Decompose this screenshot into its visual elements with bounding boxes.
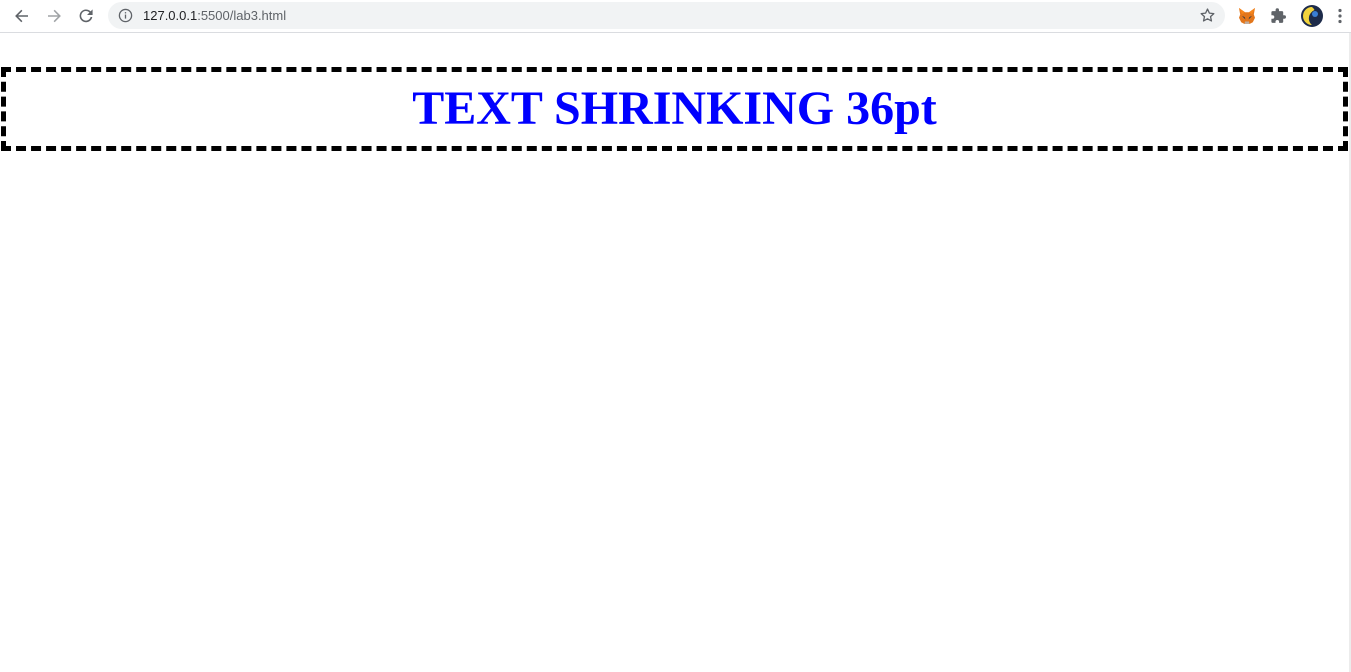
browser-menu-button[interactable] <box>1332 4 1348 28</box>
forward-arrow-icon <box>48 9 61 23</box>
reload-icon <box>79 9 93 23</box>
kebab-menu-icon <box>1338 8 1342 24</box>
puzzle-icon <box>1271 8 1286 23</box>
url-text[interactable]: 127.0.0.1:5500/lab3.html <box>143 8 286 23</box>
address-bar[interactable]: 127.0.0.1:5500/lab3.html <box>108 2 1225 29</box>
back-arrow-icon <box>15 9 28 23</box>
fox-icon <box>1239 8 1255 24</box>
metamask-extension-button[interactable] <box>1235 4 1259 28</box>
page-heading: TEXT SHRINKING 36pt <box>412 82 937 135</box>
forward-button[interactable] <box>41 4 67 28</box>
extensions-button[interactable] <box>1267 4 1291 28</box>
star-icon[interactable] <box>1199 7 1216 24</box>
back-button[interactable] <box>9 4 35 28</box>
browser-toolbar: 127.0.0.1:5500/lab3.html <box>0 0 1351 33</box>
page-viewport: TEXT SHRINKING 36pt <box>0 34 1349 672</box>
reload-button[interactable] <box>73 4 99 28</box>
dashed-heading-box: TEXT SHRINKING 36pt <box>1 67 1348 151</box>
profile-avatar-icon <box>1301 5 1323 27</box>
avatar[interactable] <box>1300 4 1324 28</box>
url-host: 127.0.0.1 <box>143 8 198 23</box>
info-icon[interactable] <box>118 8 133 23</box>
url-path: :5500/lab3.html <box>197 8 287 23</box>
